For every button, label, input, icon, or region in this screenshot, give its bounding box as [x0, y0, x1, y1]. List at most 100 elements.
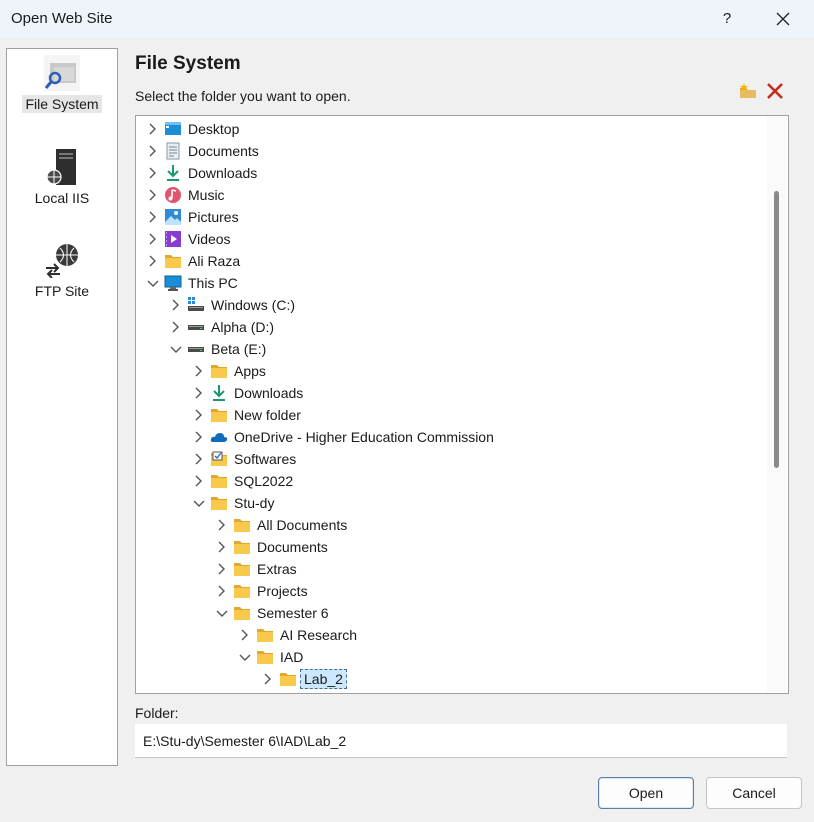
delete-button[interactable]	[765, 81, 785, 101]
folder-path-field[interactable]	[135, 724, 787, 758]
tree-item[interactable]: Videos	[136, 228, 766, 250]
folder-icon	[211, 365, 227, 378]
tree-item[interactable]: Documents	[136, 536, 766, 558]
chevron-right-icon[interactable]	[215, 558, 229, 580]
tree-item-label: Desktop	[188, 121, 240, 137]
new-folder-button[interactable]	[739, 82, 757, 100]
tree-item[interactable]: Apps	[136, 360, 766, 382]
chevron-right-icon[interactable]	[146, 206, 160, 228]
chevron-down-icon[interactable]	[215, 602, 229, 624]
tree-item-label: Windows (C:)	[211, 297, 296, 313]
tree-item[interactable]: Semester 6	[136, 602, 766, 624]
folder-icon	[257, 651, 273, 664]
tree-item[interactable]: Projects	[136, 580, 766, 602]
tree-item[interactable]: Ali Raza	[136, 250, 766, 272]
tree-item[interactable]: New folder	[136, 404, 766, 426]
chevron-right-icon[interactable]	[146, 228, 160, 250]
tree-item[interactable]: Extras	[136, 558, 766, 580]
chevron-right-icon[interactable]	[192, 404, 206, 426]
folder-icon	[211, 475, 227, 488]
scrollbar-thumb[interactable]	[774, 191, 779, 468]
windows-drive-icon	[188, 297, 204, 311]
chevron-right-icon[interactable]	[192, 426, 206, 448]
tree-item-label: Pictures	[188, 209, 239, 225]
location-panel: File System Local IIS FTP Site	[6, 48, 118, 766]
chevron-right-icon[interactable]	[169, 316, 183, 338]
documents-icon	[166, 142, 180, 160]
chevron-down-icon[interactable]	[146, 272, 160, 294]
open-button[interactable]: Open	[598, 777, 694, 809]
chevron-right-icon[interactable]	[238, 624, 252, 646]
tree-item[interactable]: Lab_2	[136, 668, 766, 690]
chevron-right-icon[interactable]	[215, 514, 229, 536]
chevron-right-icon[interactable]	[146, 118, 160, 140]
tree-item[interactable]: All Documents	[136, 514, 766, 536]
tree-item-label: Softwares	[234, 451, 297, 467]
tree-item[interactable]: This PC	[136, 272, 766, 294]
music-icon	[165, 187, 181, 203]
tree-item[interactable]: OneDrive - Higher Education Commission	[136, 426, 766, 448]
nav-ftp-site[interactable]: FTP Site	[7, 242, 117, 300]
nav-file-system[interactable]: File System	[7, 55, 117, 113]
chevron-right-icon[interactable]	[192, 448, 206, 470]
tree-item-label: Semester 6	[257, 605, 329, 621]
downloads-icon	[167, 165, 179, 181]
folder-icon	[234, 585, 250, 598]
tree-item-label: AI Research	[280, 627, 358, 643]
chevron-down-icon[interactable]	[169, 338, 183, 360]
tree-item[interactable]: SQL2022	[136, 470, 766, 492]
chevron-down-icon[interactable]	[238, 646, 252, 668]
tree-item[interactable]: AI Research	[136, 624, 766, 646]
tree-item-label: IAD	[280, 649, 304, 665]
tree-item[interactable]: Downloads	[136, 382, 766, 404]
tree-item[interactable]: Downloads	[136, 162, 766, 184]
chevron-right-icon[interactable]	[146, 140, 160, 162]
tree-item[interactable]: IAD	[136, 646, 766, 668]
tree-item-label: Lab_2	[300, 669, 347, 689]
softwares-folder-icon	[211, 451, 227, 466]
tree-item[interactable]: Music	[136, 184, 766, 206]
chevron-right-icon[interactable]	[146, 162, 160, 184]
help-button[interactable]: ?	[714, 6, 740, 32]
tree-item-label: SQL2022	[234, 473, 294, 489]
chevron-right-icon[interactable]	[169, 294, 183, 316]
chevron-right-icon[interactable]	[192, 360, 206, 382]
tree-item[interactable]: Pictures	[136, 206, 766, 228]
ftp-globe-icon	[46, 244, 78, 278]
chevron-right-icon[interactable]	[215, 580, 229, 602]
tree-item[interactable]: Beta (E:)	[136, 338, 766, 360]
tree-item[interactable]: Windows (C:)	[136, 294, 766, 316]
window-title: Open Web Site	[11, 10, 113, 27]
tree-item-label: Ali Raza	[188, 253, 241, 269]
folder-icon	[234, 563, 250, 576]
folder-tree[interactable]: Desktop Documents Downloads Music Pictures Vi…	[135, 115, 789, 694]
chevron-right-icon[interactable]	[215, 536, 229, 558]
desktop-icon	[165, 122, 181, 135]
tree-item-label: New folder	[234, 407, 301, 423]
tree-item[interactable]: Stu-dy	[136, 492, 766, 514]
folder-icon	[234, 519, 250, 532]
cancel-button[interactable]: Cancel	[706, 777, 802, 809]
folder-icon	[257, 629, 273, 642]
folder-icon	[280, 673, 296, 686]
nav-local-iis[interactable]: Local IIS	[7, 149, 117, 207]
chevron-right-icon[interactable]	[192, 382, 206, 404]
tree-item[interactable]: Desktop	[136, 118, 766, 140]
close-button[interactable]	[768, 5, 798, 33]
tree-item[interactable]: Documents	[136, 140, 766, 162]
tree-item-label: Downloads	[234, 385, 304, 401]
onedrive-icon	[210, 433, 228, 442]
tree-item[interactable]: Softwares	[136, 448, 766, 470]
chevron-right-icon[interactable]	[146, 184, 160, 206]
tree-item[interactable]: Alpha (D:)	[136, 316, 766, 338]
pictures-icon	[165, 209, 181, 225]
chevron-down-icon[interactable]	[192, 492, 206, 514]
nav-label: FTP Site	[34, 283, 90, 299]
chevron-right-icon[interactable]	[192, 470, 206, 492]
chevron-right-icon[interactable]	[146, 250, 160, 272]
chevron-right-icon[interactable]	[261, 668, 275, 690]
tree-item-label: Documents	[188, 143, 259, 159]
vertical-scrollbar[interactable]	[767, 116, 787, 693]
this-pc-icon	[164, 275, 182, 291]
tree-item-label: Alpha (D:)	[211, 319, 275, 335]
